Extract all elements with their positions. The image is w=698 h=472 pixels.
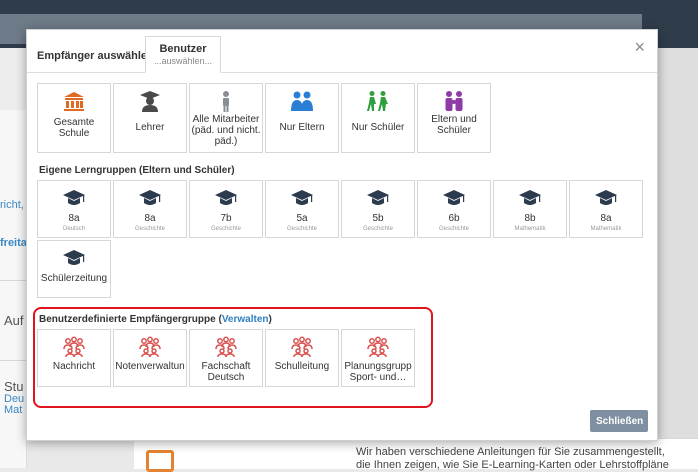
learning-group-name: 8a xyxy=(600,213,612,224)
learning-group-name: 8b xyxy=(524,213,536,224)
group-people-icon xyxy=(215,336,237,358)
group-label: Alle Mitarbeiter (päd. und nicht. päd.) xyxy=(191,114,261,147)
dialog-header: Empfänger auswählen Benutzer ...auswähle… xyxy=(27,30,657,73)
learning-group-tile[interactable]: 6b Geschichte xyxy=(417,180,491,238)
learning-group-name: 5b xyxy=(372,213,384,224)
learning-group-name: 8a xyxy=(144,213,156,224)
graduation-cap-icon xyxy=(63,250,85,265)
background-text-fragment: Auf xyxy=(4,313,24,328)
custom-group-label: Nachricht xyxy=(52,361,96,372)
background-text-fragment[interactable]: freita xyxy=(0,237,27,249)
background-text-fragment[interactable]: richt, xyxy=(0,199,24,211)
group-people-icon xyxy=(291,336,313,358)
recipient-dialog: Empfänger auswählen Benutzer ...auswähle… xyxy=(26,29,658,441)
learning-group-tile[interactable]: 5a Geschichte xyxy=(265,180,339,238)
background-card-text: Wir haben verschiedene Anleitungen für S… xyxy=(356,446,665,458)
group-label: Nur Schüler xyxy=(351,122,405,133)
group-all-staff[interactable]: Alle Mitarbeiter (päd. und nicht. päd.) xyxy=(189,83,263,153)
group-people-icon xyxy=(367,336,389,358)
custom-group-label: Notenverwaltun xyxy=(115,361,185,372)
learning-group-subject: Deutsch xyxy=(62,226,85,232)
learning-group-subject: Geschichte xyxy=(438,226,469,232)
group-people-icon xyxy=(63,336,85,358)
group-parents-and-students[interactable]: Eltern und Schüler xyxy=(417,83,491,153)
group-students-only[interactable]: Nur Schüler xyxy=(341,83,415,153)
parents-icon xyxy=(291,91,313,111)
custom-group-tile[interactable]: Fachschaft Deutsch xyxy=(189,329,263,387)
background-card-icon xyxy=(146,450,174,472)
learning-group-tile[interactable]: 8a Geschichte xyxy=(113,180,187,238)
group-label: Gesamte Schule xyxy=(53,117,95,139)
learning-group-subject: Geschichte xyxy=(134,226,165,232)
graduation-cap-icon xyxy=(215,190,237,205)
custom-group-tile[interactable]: Planungsgrupp Sport- und… xyxy=(341,329,415,387)
learning-group-tile[interactable]: 8a Mathematik xyxy=(569,180,643,238)
group-parents-only[interactable]: Nur Eltern xyxy=(265,83,339,153)
learning-group-name: Schülerzeitung xyxy=(40,273,108,284)
group-label: Lehrer xyxy=(135,122,165,133)
learning-group-tile[interactable]: 5b Geschichte xyxy=(341,180,415,238)
group-people-icon xyxy=(139,336,161,358)
background-card-text: die Ihnen zeigen, wie Sie E-Learning-Kar… xyxy=(356,459,669,471)
group-teachers[interactable]: Lehrer xyxy=(113,83,187,153)
learning-group-name: 6b xyxy=(448,213,460,224)
learning-group-subject: Geschichte xyxy=(210,226,241,232)
teacher-icon xyxy=(140,91,160,112)
learning-group-tile[interactable]: 8b Mathematik xyxy=(493,180,567,238)
learning-group-name: 8a xyxy=(68,213,80,224)
learning-group-tile[interactable]: 8a Deutsch xyxy=(37,180,111,238)
tab-users-title: Benutzer xyxy=(159,43,207,55)
background-right-panel xyxy=(656,48,698,468)
learning-groups-title: Eigene Lerngruppen (Eltern und Schüler) xyxy=(39,165,235,176)
graduation-cap-icon xyxy=(367,190,389,205)
graduation-cap-icon xyxy=(139,190,161,205)
staff-person-icon xyxy=(223,91,229,112)
background-divider xyxy=(0,360,26,361)
group-label: Eltern und Schüler xyxy=(431,114,477,136)
learning-group-subject: Geschichte xyxy=(362,226,393,232)
group-whole-school[interactable]: Gesamte Schule xyxy=(37,83,111,153)
students-icon xyxy=(367,91,388,111)
learning-group-name: 5a xyxy=(296,213,308,224)
custom-group-label: Schulleitung xyxy=(274,361,330,372)
close-button[interactable]: Schließen xyxy=(590,410,648,432)
graduation-cap-icon xyxy=(519,190,541,205)
close-icon[interactable]: × xyxy=(634,38,645,56)
parents-and-students-icon xyxy=(445,91,463,111)
learning-group-tile[interactable]: 7b Geschichte xyxy=(189,180,263,238)
custom-group-label: Planungsgrupp Sport- und… xyxy=(344,361,412,383)
graduation-cap-icon xyxy=(291,190,313,205)
custom-group-label: Fachschaft Deutsch xyxy=(201,361,251,383)
learning-group-subject: Mathematik xyxy=(590,226,622,232)
background-text-fragment: Stu xyxy=(4,379,24,394)
graduation-cap-icon xyxy=(443,190,465,205)
tab-select-recipients[interactable]: Empfänger auswählen xyxy=(37,50,154,62)
learning-group-name: 7b xyxy=(220,213,232,224)
custom-group-tile[interactable]: Nachricht xyxy=(37,329,111,387)
graduation-cap-icon xyxy=(63,190,85,205)
tab-users-subtitle: ...auswählen... xyxy=(153,56,213,66)
learning-group-subject: Geschichte xyxy=(286,226,317,232)
learning-group-subject: Mathematik xyxy=(514,226,546,232)
background-divider xyxy=(0,280,26,281)
graduation-cap-icon xyxy=(595,190,617,205)
group-label: Nur Eltern xyxy=(279,122,325,133)
learning-group-tile[interactable]: Schülerzeitung xyxy=(37,240,111,298)
background-text-fragment[interactable]: Mat xyxy=(4,404,22,416)
tab-users[interactable]: Benutzer ...auswählen... xyxy=(145,36,221,73)
custom-group-tile[interactable]: Notenverwaltun xyxy=(113,329,187,387)
school-building-icon xyxy=(64,92,84,111)
custom-group-tile[interactable]: Schulleitung xyxy=(265,329,339,387)
